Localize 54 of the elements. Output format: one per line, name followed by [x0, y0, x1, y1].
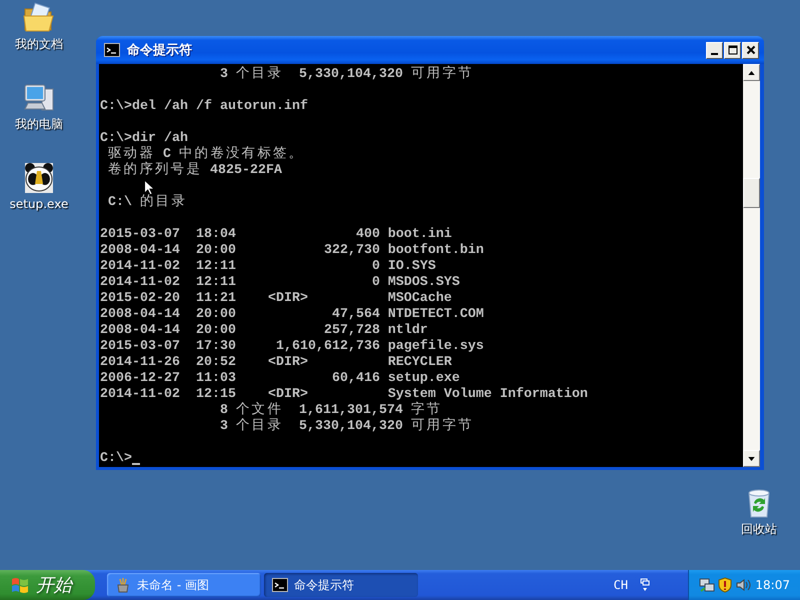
clock-text: 18:07 — [755, 578, 790, 592]
window-title: 命令提示符 — [127, 42, 193, 59]
brush-cup-icon — [115, 577, 131, 593]
speaker-icon[interactable] — [735, 577, 751, 593]
scroll-down-button[interactable] — [743, 450, 760, 467]
title-bar[interactable]: 命令提示符 — [96, 36, 764, 64]
window-arrow-icon[interactable] — [640, 578, 650, 592]
close-button[interactable] — [742, 42, 759, 58]
prompt-text: C:\> — [100, 451, 132, 467]
summary-text: 8 个文件 1,611,301,574 字节 — [220, 403, 442, 418]
close-icon — [746, 45, 756, 55]
directory-entry: 2014-11-26 20:52 <DIR> RECYCLER — [100, 355, 452, 371]
command-text: C:\>dir /ah — [100, 131, 188, 146]
maximize-icon — [728, 45, 738, 55]
minimize-icon — [711, 52, 718, 54]
console-text: C:\ 的目录 — [108, 195, 187, 211]
directory-entry: 2014-11-02 12:11 0 MSDOS.SYS — [100, 275, 460, 291]
network-icon[interactable] — [699, 577, 715, 593]
mouse-pointer-icon — [144, 180, 154, 195]
directory-entry: 2008-04-14 20:00 47,564 NTDETECT.COM — [100, 307, 484, 323]
desktop-icon-label[interactable]: 我的文档 — [15, 37, 63, 51]
windows-logo-icon — [10, 575, 30, 595]
down-arrow-icon — [748, 456, 755, 460]
directory-entry: 2015-03-07 17:30 1,610,612,736 pagefile.sys — [100, 339, 484, 355]
text-cursor-icon — [132, 463, 140, 465]
folder-icon[interactable] — [23, 2, 55, 34]
directory-entry: 2008-04-14 20:00 322,730 bootfont.bin — [100, 243, 484, 259]
minimize-button[interactable] — [706, 42, 723, 58]
desktop-icon-label[interactable]: 回收站 — [741, 522, 777, 536]
command-text: C:\>del /ah /f autorun.inf — [100, 99, 308, 115]
shield-icon[interactable] — [717, 577, 733, 593]
console-icon[interactable] — [104, 43, 120, 57]
console-icon — [272, 578, 288, 592]
summary-text: 3 个目录 5,330,104,320 可用字节 — [220, 67, 474, 83]
start-button[interactable]: 开始 — [0, 570, 95, 600]
desktop-icon-label[interactable]: 我的电脑 — [15, 117, 63, 131]
summary-text: 3 个目录 5,330,104,320 可用字节 — [220, 419, 474, 435]
directory-entry: 2006-12-27 11:03 60,416 setup.exe — [100, 371, 460, 387]
directory-entry: 2014-11-02 12:11 0 IO.SYS — [100, 259, 436, 275]
maximize-button[interactable] — [724, 42, 741, 58]
language-indicator[interactable]: CH — [614, 578, 628, 592]
console-text: 卷的序列号是 4825-22FA — [108, 163, 282, 179]
directory-entry: 2014-11-02 12:15 <DIR> System Volume Information — [100, 387, 588, 402]
console-text: 驱动器 C 中的卷没有标签。 — [108, 147, 304, 162]
directory-entry: 2008-04-14 20:00 257,728 ntldr — [100, 323, 428, 339]
panda-icon[interactable] — [23, 162, 55, 194]
taskbar-button[interactable]: 未命名 - 画图 — [107, 573, 261, 597]
desktop-icon-label[interactable]: setup.exe — [10, 197, 68, 211]
scroll-thumb[interactable] — [743, 178, 760, 208]
taskbar-button[interactable]: 命令提示符 — [264, 573, 418, 597]
up-arrow-icon — [748, 70, 755, 74]
directory-entry: 2015-02-20 11:21 <DIR> MSOCache — [100, 291, 452, 307]
scroll-up-button[interactable] — [743, 64, 760, 81]
directory-entry: 2015-03-07 18:04 400 boot.ini — [100, 227, 452, 243]
